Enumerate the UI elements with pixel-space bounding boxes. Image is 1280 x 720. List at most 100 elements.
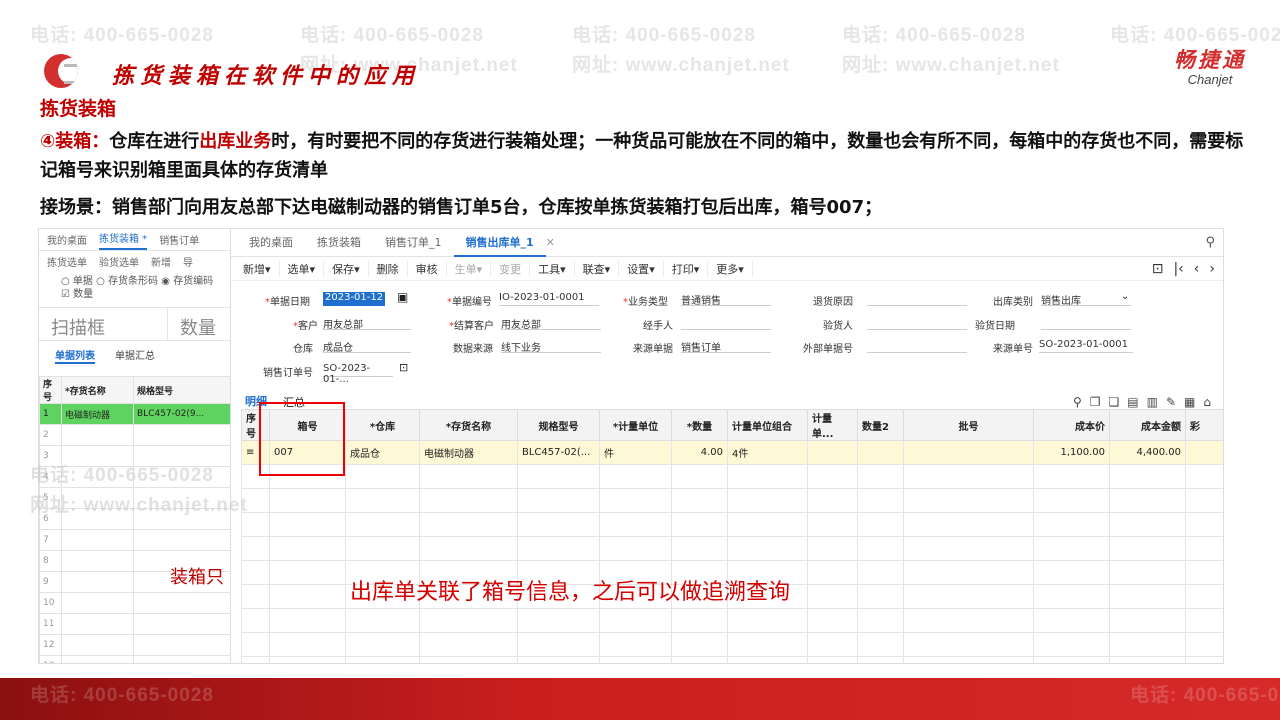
table-row[interactable]: 4 — [39, 466, 237, 488]
qty-checkbox[interactable]: ☑ 数量 — [61, 289, 93, 300]
spec-cell[interactable]: BLC457-02(... — [517, 440, 600, 465]
inspector-field[interactable] — [867, 316, 967, 330]
query-button[interactable]: 联查▾ — [575, 260, 620, 277]
inspect-select-button[interactable]: 验货选单 — [99, 254, 139, 269]
pick-select-button[interactable]: 拣货选单 — [47, 254, 87, 269]
new-button[interactable]: 新增▾ — [235, 260, 280, 277]
biz-type-field[interactable]: 普通销售 — [681, 292, 771, 307]
unit-combo-cell[interactable]: 4件 — [727, 440, 808, 465]
table-row[interactable] — [241, 536, 1223, 561]
table-row[interactable]: 3 — [39, 445, 237, 467]
next-icon[interactable]: › — [1209, 261, 1215, 277]
src-no-field[interactable]: SO-2023-01-0001 — [1039, 339, 1133, 353]
doc-date-field[interactable]: 2023-01-12 — [323, 292, 386, 306]
close-icon[interactable]: ✕ — [546, 236, 555, 249]
calendar-icon[interactable]: ▣ — [397, 290, 408, 304]
scan-options: ○ 单据 ○ 存货条形码 ◉ 存货编码 ☑ 数量 — [39, 271, 237, 301]
table-row[interactable]: 13 — [39, 655, 237, 663]
table-row[interactable] — [241, 656, 1223, 663]
unit-cell[interactable]: 件 — [599, 440, 672, 465]
table-row[interactable] — [241, 464, 1223, 489]
delete-button[interactable]: 删除 — [369, 260, 408, 277]
table-row[interactable] — [241, 632, 1223, 657]
watermark-phone: 电话: 400-665-0028 — [300, 25, 484, 46]
save-button[interactable]: 保存▾ — [324, 260, 369, 277]
tab-picking[interactable]: 拣货装箱 — [305, 229, 373, 257]
zoom-icon[interactable]: ⊡ — [1152, 261, 1164, 277]
change-button[interactable]: 变更 — [491, 260, 531, 277]
warehouse-cell[interactable]: 成品仓 — [345, 440, 420, 465]
batch-icon[interactable]: ▦ — [1184, 395, 1195, 409]
tab-sales-order[interactable]: 销售订单 — [159, 232, 199, 247]
tab-desktop[interactable]: 我的桌面 — [47, 232, 87, 247]
import-icon[interactable]: ▥ — [1147, 395, 1158, 409]
table-row[interactable]: 6 — [39, 508, 237, 530]
import-button[interactable]: 导 — [183, 254, 193, 269]
doc-no-field[interactable]: IO-2023-01-0001 — [499, 292, 599, 306]
table-row[interactable]: 1 电磁制动器 BLC457-02(9... — [39, 403, 237, 425]
table-row[interactable]: ≡ 007 成品仓 电磁制动器 BLC457-02(... 件 4.00 4件 … — [241, 440, 1223, 465]
amount-cell[interactable]: 4,400.00 — [1109, 440, 1186, 465]
tab-doc-summary[interactable]: 单据汇总 — [115, 347, 155, 364]
new-button[interactable]: 新增 — [151, 254, 171, 269]
copy-icon[interactable]: ❐ — [1090, 395, 1101, 409]
table-row[interactable] — [241, 608, 1223, 633]
table-row[interactable] — [241, 512, 1223, 537]
inspect-date-field[interactable] — [1041, 316, 1131, 330]
tab-picking[interactable]: 拣货装箱 * — [99, 230, 148, 250]
first-icon[interactable]: |‹ — [1173, 261, 1183, 277]
customer-field[interactable]: 用友总部 — [323, 316, 411, 331]
audit-button[interactable]: 审核 — [408, 260, 447, 277]
so-no-field[interactable]: SO-2023-01-... — [323, 363, 393, 385]
qty-cell[interactable]: 4.00 — [671, 440, 728, 465]
header-form: 单据日期 2023-01-12 ▣ 单据编号 IO-2023-01-0001 业… — [231, 281, 1223, 391]
edit-icon[interactable]: ✎ — [1166, 395, 1176, 409]
table-row[interactable]: 10 — [39, 592, 237, 614]
settings-button[interactable]: 设置▾ — [619, 260, 664, 277]
nav-controls: ⊡ |‹ ‹ › — [1152, 261, 1223, 277]
return-reason-field[interactable] — [867, 292, 967, 306]
radio-code[interactable]: ◉ 存货编码 — [161, 276, 213, 287]
main-toolbar: 新增▾ 选单▾ 保存▾ 删除 审核 生单▾ 变更 工具▾ 联查▾ 设置▾ 打印▾… — [231, 257, 1223, 281]
chevron-down-icon[interactable]: ⌄ — [1121, 291, 1129, 302]
warehouse-field[interactable]: 成品仓 — [323, 339, 411, 354]
print-button[interactable]: 打印▾ — [664, 260, 709, 277]
gen-button[interactable]: 生单▾ — [447, 260, 492, 277]
tools-button[interactable]: 工具▾ — [530, 260, 575, 277]
tab-sales-outbound[interactable]: 销售出库单_1 — [453, 229, 546, 257]
table-row[interactable]: 5 — [39, 487, 237, 509]
item-cell[interactable]: 电磁制动器 — [419, 440, 518, 465]
batch-cell[interactable] — [903, 440, 1034, 465]
src-doc-field[interactable]: 销售订单 — [681, 339, 771, 354]
ext-no-field[interactable] — [867, 339, 967, 353]
location-icon[interactable]: ⚲ — [1073, 395, 1082, 409]
qty2-cell[interactable] — [857, 440, 904, 465]
out-type-field[interactable]: 销售出库 — [1041, 292, 1131, 307]
table-row[interactable]: 7 — [39, 529, 237, 551]
search-icon[interactable]: ⚲ — [1205, 235, 1223, 250]
tab-sales-order[interactable]: 销售订单_1 — [373, 229, 454, 257]
table-row[interactable] — [241, 488, 1223, 513]
tab-doc-list[interactable]: 单据列表 — [55, 347, 95, 364]
paste-icon[interactable]: ❏ — [1109, 395, 1120, 409]
scan-input[interactable]: 扫描框 — [39, 308, 167, 340]
table-row[interactable]: 2 — [39, 424, 237, 446]
table-row[interactable]: 12 — [39, 634, 237, 656]
left-grid: 序号 *存货名称 规格型号 1 电磁制动器 BLC457-02(9... 2 3 4… — [39, 376, 237, 663]
more-button[interactable]: 更多▾ — [708, 260, 753, 277]
prev-icon[interactable]: ‹ — [1194, 261, 1200, 277]
tab-desktop[interactable]: 我的桌面 — [237, 229, 305, 257]
export-icon[interactable]: ▤ — [1127, 395, 1138, 409]
table-row[interactable]: 11 — [39, 613, 237, 635]
tag-icon[interactable]: ⌂ — [1203, 395, 1211, 409]
unit2-cell[interactable] — [807, 440, 858, 465]
source-field[interactable]: 线下业务 — [501, 339, 601, 354]
handler-field[interactable] — [681, 316, 771, 330]
price-cell[interactable]: 1,100.00 — [1033, 440, 1110, 465]
radio-barcode[interactable]: ○ 存货条形码 — [96, 276, 158, 287]
qty-input[interactable]: 数量 — [167, 308, 228, 340]
select-button[interactable]: 选单▾ — [280, 260, 325, 277]
lookup-icon[interactable]: ⊡ — [399, 361, 408, 374]
radio-doc[interactable]: ○ 单据 — [61, 276, 93, 287]
settle-field[interactable]: 用友总部 — [501, 316, 601, 331]
